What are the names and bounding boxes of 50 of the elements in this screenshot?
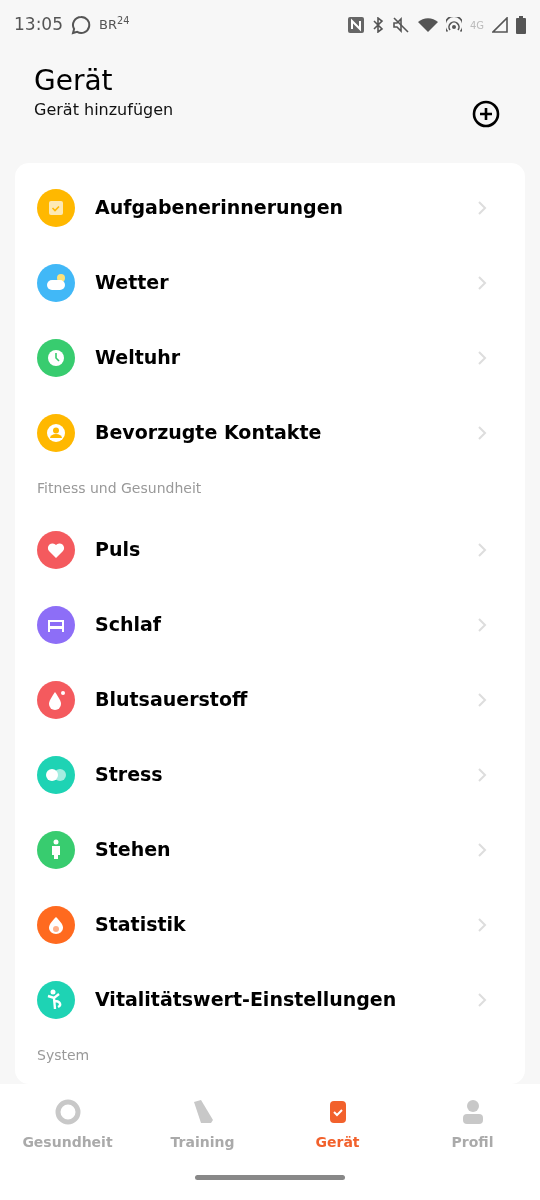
chat-icon [71,15,91,35]
ring-icon [53,1098,82,1126]
network-label: 4G [469,18,484,33]
row-label: Statistik [95,912,187,938]
chevron-icon [477,425,487,440]
settings-row[interactable]: Aufgabenerinnerungen [15,170,525,245]
chevron-icon [477,542,487,557]
mute-icon [391,17,410,33]
settings-row[interactable]: Puls [15,512,525,587]
wifi-icon [417,17,438,33]
settings-row[interactable]: Stress [15,737,525,812]
row-label: Bevorzugte Kontakte [95,420,323,446]
battery-icon [516,16,526,34]
status-time: 13:05 [14,13,63,37]
row-label: Blutsauerstoff [95,687,249,713]
chevron-icon [477,617,487,632]
add-button[interactable] [472,99,500,128]
chevron-icon [477,275,487,290]
row-label: Stehen [95,837,172,863]
settings-row[interactable]: Stehen [15,812,525,887]
chevron-icon [477,350,487,365]
chevron-icon [477,842,487,857]
chevron-icon [477,767,487,782]
settings-row[interactable]: Statistik [15,887,525,962]
row-label: Vitalitätswert-Einstellungen [95,987,398,1013]
section-heading: Fitness und Gesundheit [37,480,202,496]
settings-row[interactable]: Bevorzugte Kontakte [15,395,525,470]
signal-icon [492,17,508,33]
chevron-icon [477,992,487,1007]
row-label: Stress [95,762,164,788]
row-label: Puls [95,537,142,563]
settings-row[interactable]: Schlaf [15,587,525,662]
add-device-label: Gerät hinzufügen [34,98,175,121]
section-heading: System [37,1047,90,1063]
settings-row[interactable]: Weltuhr [15,320,525,395]
chevron-icon [477,692,487,707]
row-label: Aufgabenerinnerungen [95,195,345,221]
hotspot-icon [445,17,462,33]
row-label: Wetter [95,270,170,296]
settings-row[interactable]: Blutsauerstoff [15,662,525,737]
nfc-icon [347,17,364,33]
settings-row[interactable]: Vitalitätswert-Einstellungen [15,962,525,1037]
row-label: Schlaf [95,612,163,638]
settings-row[interactable]: Wetter [15,245,525,320]
page-title: Gerät [34,64,114,98]
app-logo: BR$^{24}$ [99,15,130,35]
row-label: Weltuhr [95,345,182,371]
bluetooth-icon [371,17,384,33]
chevron-icon [477,200,487,215]
chevron-icon [477,917,487,932]
